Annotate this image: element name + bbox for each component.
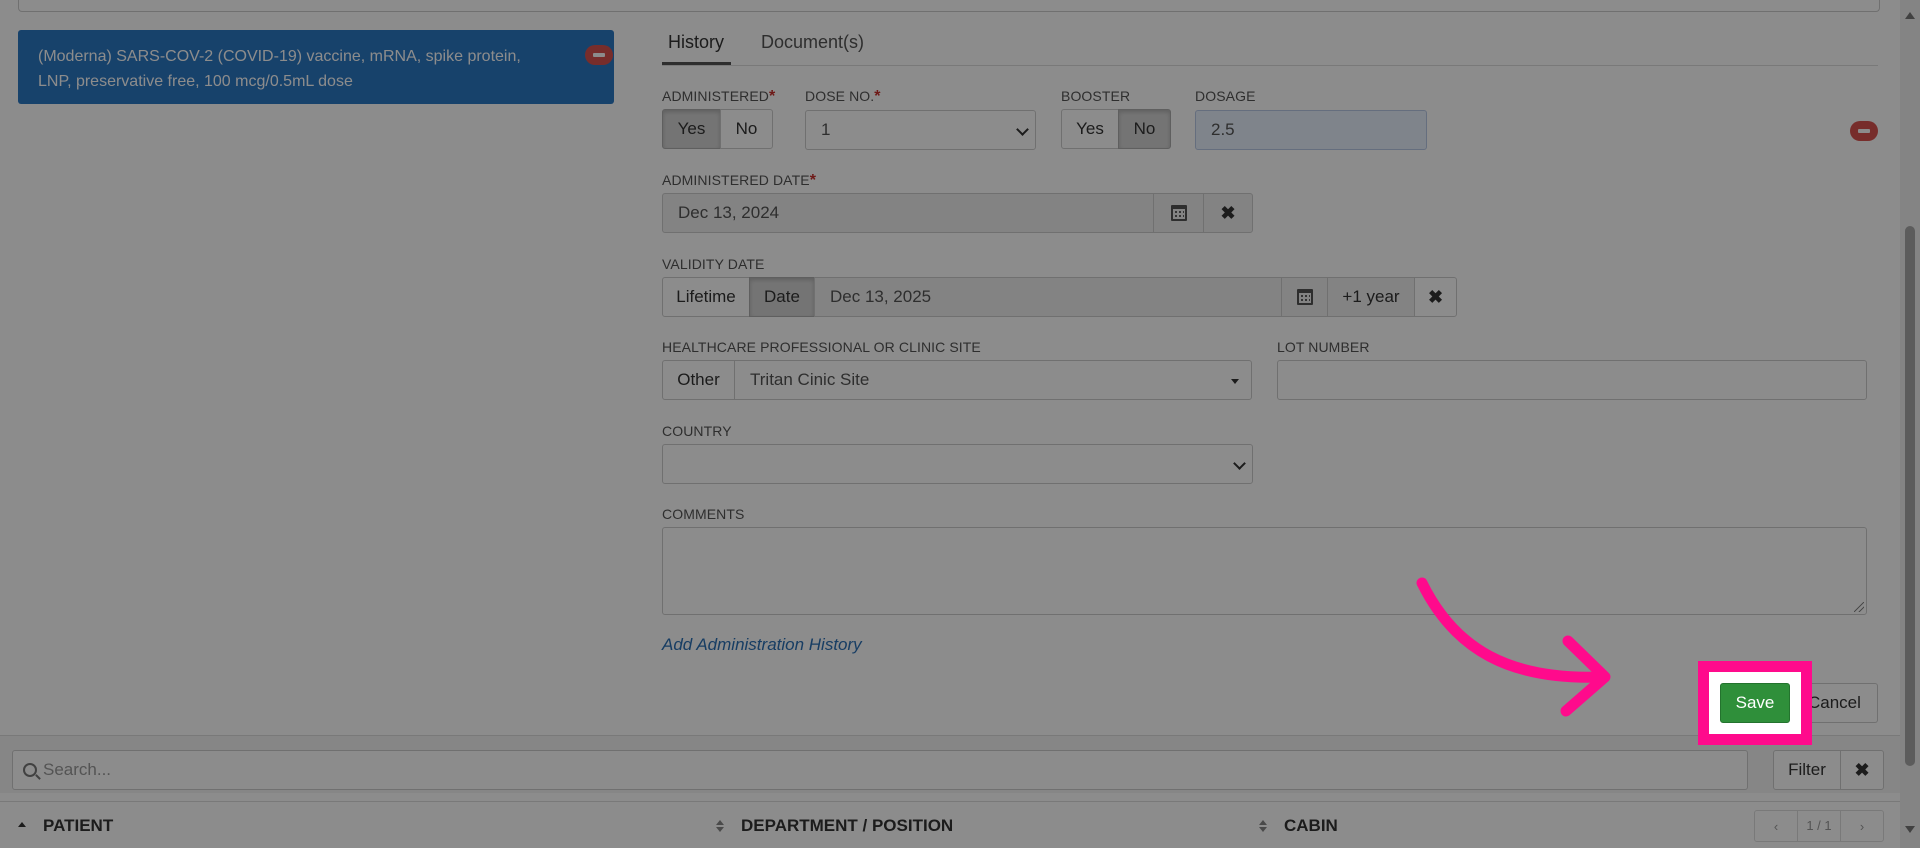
close-icon: ✖ <box>1220 202 1236 223</box>
scroll-thumb[interactable] <box>1905 226 1915 766</box>
active-tab-indicator <box>662 62 731 65</box>
administered-date-input[interactable]: Dec 13, 2024 <box>662 193 1154 233</box>
next-page-icon[interactable]: › <box>1841 819 1883 834</box>
administered-yes-button[interactable]: Yes <box>662 109 721 149</box>
validity-date-clear-button[interactable]: ✖ <box>1414 277 1457 317</box>
caret-down-icon <box>1231 379 1239 384</box>
chevron-down-icon <box>1016 123 1029 136</box>
booster-no-button[interactable]: No <box>1118 109 1171 149</box>
calendar-icon <box>1296 289 1313 305</box>
selected-vaccine-card[interactable]: (Moderna) SARS-COV-2 (COVID-19) vaccine,… <box>18 30 614 104</box>
page: (Moderna) SARS-COV-2 (COVID-19) vaccine,… <box>0 0 1920 848</box>
dose-no-select[interactable]: 1 <box>805 110 1036 150</box>
comments-label: COMMENTS <box>662 506 745 522</box>
administered-date-calendar-button[interactable] <box>1153 193 1204 233</box>
country-label: COUNTRY <box>662 423 732 439</box>
administered-date-clear-button[interactable]: ✖ <box>1203 193 1253 233</box>
tabs: History Document(s) <box>662 26 1878 66</box>
column-patient[interactable]: PATIENT <box>43 816 113 836</box>
validity-date-calendar-button[interactable] <box>1281 277 1328 317</box>
dose-no-value: 1 <box>821 120 831 139</box>
close-icon: ✖ <box>1427 286 1444 307</box>
tab-history[interactable]: History <box>668 32 724 53</box>
chevron-down-icon <box>1233 457 1246 470</box>
prev-page-icon[interactable]: ‹ <box>1755 819 1797 834</box>
remove-vaccine-icon[interactable] <box>585 45 613 65</box>
page-scrollbar[interactable] <box>1900 0 1920 848</box>
save-button[interactable]: Save <box>1720 683 1790 723</box>
healthcare-site-value: Tritan Cinic Site <box>750 370 870 389</box>
curved-arrow-icon <box>1416 577 1611 717</box>
validity-date-label: VALIDITY DATE <box>662 256 765 272</box>
search-icon <box>23 763 37 777</box>
sort-asc-icon[interactable] <box>18 822 26 827</box>
booster-yes-button[interactable]: Yes <box>1061 109 1119 149</box>
previous-panel-edge <box>18 0 1880 12</box>
scroll-down-icon[interactable] <box>1905 826 1915 833</box>
add-administration-history-link[interactable]: Add Administration History <box>662 635 862 655</box>
column-cabin[interactable]: CABIN <box>1284 816 1338 836</box>
filter-button[interactable]: Filter <box>1773 750 1841 790</box>
search-bar: Search... Filter ✖ <box>0 735 1900 793</box>
administered-date-label: ADMINISTERED DATE* <box>662 172 817 189</box>
tab-documents[interactable]: Document(s) <box>761 32 864 53</box>
search-input[interactable]: Search... <box>12 750 1748 790</box>
lot-number-label: LOT NUMBER <box>1277 339 1370 355</box>
dose-no-label: DOSE NO.* <box>805 88 881 105</box>
plus-one-year-button[interactable]: +1 year <box>1327 277 1415 317</box>
comments-textarea[interactable] <box>662 527 1867 615</box>
filter-clear-button[interactable]: ✖ <box>1840 750 1884 790</box>
vaccine-name: (Moderna) SARS-COV-2 (COVID-19) vaccine,… <box>38 48 521 90</box>
sort-icon[interactable] <box>1259 820 1267 832</box>
pagination: ‹ 1 / 1 › <box>1754 810 1884 842</box>
booster-label: BOOSTER <box>1061 88 1131 104</box>
healthcare-other-button[interactable]: Other <box>662 360 735 400</box>
lot-number-input[interactable] <box>1277 360 1867 400</box>
calendar-icon <box>1170 205 1187 221</box>
administered-label: ADMINISTERED* <box>662 88 776 105</box>
search-placeholder: Search... <box>43 760 112 779</box>
healthcare-site-select[interactable]: Tritan Cinic Site <box>734 360 1252 400</box>
country-select[interactable] <box>662 444 1253 484</box>
validity-date-input[interactable]: Dec 13, 2025 <box>814 277 1282 317</box>
column-department-position[interactable]: DEPARTMENT / POSITION <box>741 816 953 836</box>
table-header: PATIENT DEPARTMENT / POSITION CABIN ‹ 1 … <box>0 801 1900 848</box>
administered-no-button[interactable]: No <box>720 109 773 149</box>
healthcare-label: HEALTHCARE PROFESSIONAL OR CLINIC SITE <box>662 339 981 355</box>
resize-handle-icon[interactable] <box>1854 602 1864 612</box>
sort-icon[interactable] <box>716 820 724 832</box>
close-icon: ✖ <box>1854 759 1870 780</box>
dosage-label: DOSAGE <box>1195 88 1256 104</box>
scroll-up-icon[interactable] <box>1905 12 1915 19</box>
remove-history-row-icon[interactable] <box>1850 121 1878 141</box>
dosage-input[interactable]: 2.5 <box>1195 110 1427 150</box>
validity-lifetime-button[interactable]: Lifetime <box>662 277 750 317</box>
page-indicator: 1 / 1 <box>1797 811 1841 841</box>
validity-date-button[interactable]: Date <box>749 277 815 317</box>
